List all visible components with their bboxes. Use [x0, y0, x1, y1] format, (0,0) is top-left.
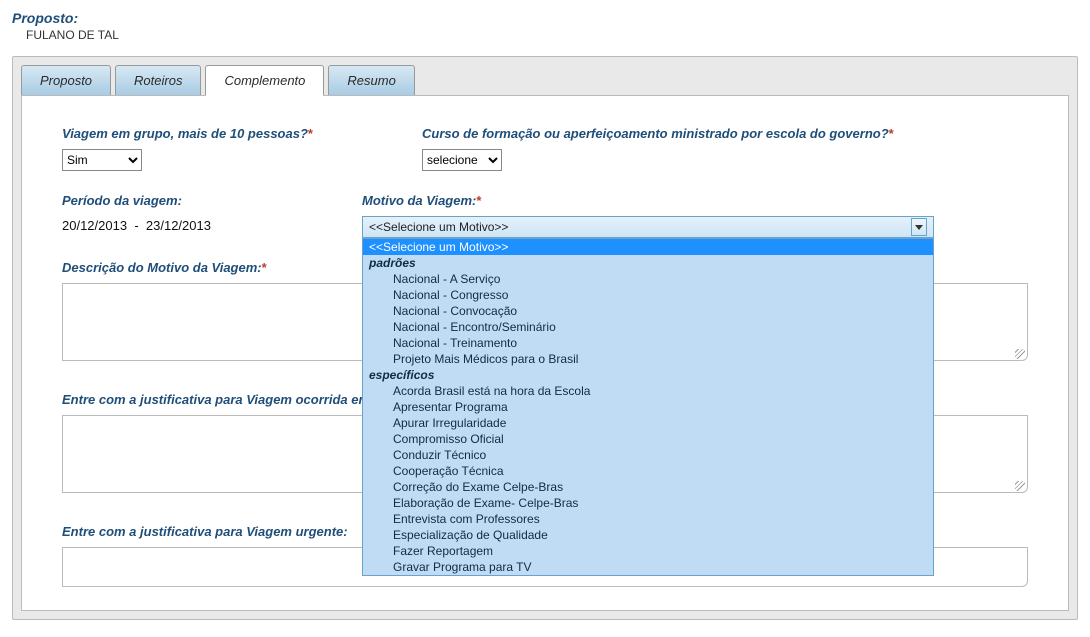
motive-combo-display[interactable]: <<Selecione um Motivo>>	[362, 216, 934, 238]
motive-option[interactable]: Nacional - A Serviço	[363, 271, 933, 287]
motive-option[interactable]: Nacional - Congresso	[363, 287, 933, 303]
tab-body-complemento: Viagem em grupo, mais de 10 pessoas?* Si…	[21, 95, 1069, 611]
motive-option[interactable]: Nacional - Encontro/Seminário	[363, 319, 933, 335]
motive-option[interactable]: Nacional - Treinamento	[363, 335, 933, 351]
group-trip-select[interactable]: Sim	[62, 149, 142, 171]
motive-option[interactable]: Projeto Mais Médicos para o Brasil	[363, 351, 933, 367]
motive-option[interactable]: Entrevista com Professores	[363, 511, 933, 527]
motive-option[interactable]: Compromisso Oficial	[363, 431, 933, 447]
motive-option[interactable]: Fazer Reportagem	[363, 543, 933, 559]
motive-combo-button[interactable]	[911, 218, 927, 236]
course-label: Curso de formação ou aperfeiçoamento min…	[422, 126, 1028, 141]
tab-complemento[interactable]: Complemento	[205, 65, 324, 96]
motive-option[interactable]: Acorda Brasil está na hora da Escola	[363, 383, 933, 399]
chevron-down-icon	[915, 225, 923, 230]
motive-option[interactable]: Especialização de Qualidade	[363, 527, 933, 543]
motive-option[interactable]: Cooperação Técnica	[363, 463, 933, 479]
tab-roteiros[interactable]: Roteiros	[115, 65, 201, 96]
group-trip-label: Viagem em grupo, mais de 10 pessoas?*	[62, 126, 362, 141]
motive-group-label: padrões	[363, 255, 933, 271]
motive-group-label: específicos	[363, 367, 933, 383]
tab-proposto[interactable]: Proposto	[21, 65, 111, 96]
period-label: Período da viagem:	[62, 193, 302, 208]
main-panel: Proposto Roteiros Complemento Resumo Via…	[12, 56, 1078, 620]
tab-strip: Proposto Roteiros Complemento Resumo	[21, 65, 1069, 96]
motive-option[interactable]: Gravar Programa para TV	[363, 559, 933, 575]
motive-option[interactable]: Correção do Exame Celpe-Bras	[363, 479, 933, 495]
motive-option[interactable]: Elaboração de Exame- Celpe-Bras	[363, 495, 933, 511]
proposto-header-value: FULANO DE TAL	[26, 28, 1084, 42]
tab-resumo[interactable]: Resumo	[328, 65, 414, 96]
motive-option[interactable]: Apurar Irregularidade	[363, 415, 933, 431]
motive-combo[interactable]: <<Selecione um Motivo>> <<Selecione um M…	[362, 216, 934, 238]
motive-option-selected[interactable]: <<Selecione um Motivo>>	[363, 239, 933, 255]
motive-dropdown: <<Selecione um Motivo>>padrõesNacional -…	[362, 238, 934, 576]
motive-option[interactable]: Apresentar Programa	[363, 399, 933, 415]
motive-label: Motivo da Viagem:*	[362, 193, 934, 208]
period-value: 20/12/2013 - 23/12/2013	[62, 216, 302, 233]
motive-option[interactable]: Nacional - Convocação	[363, 303, 933, 319]
proposto-header-label: Proposto:	[12, 10, 1084, 26]
course-select[interactable]: selecione	[422, 149, 502, 171]
motive-option[interactable]: Conduzir Técnico	[363, 447, 933, 463]
motive-combo-text: <<Selecione um Motivo>>	[369, 217, 508, 237]
motive-dropdown-inner[interactable]: <<Selecione um Motivo>>padrõesNacional -…	[363, 239, 933, 575]
